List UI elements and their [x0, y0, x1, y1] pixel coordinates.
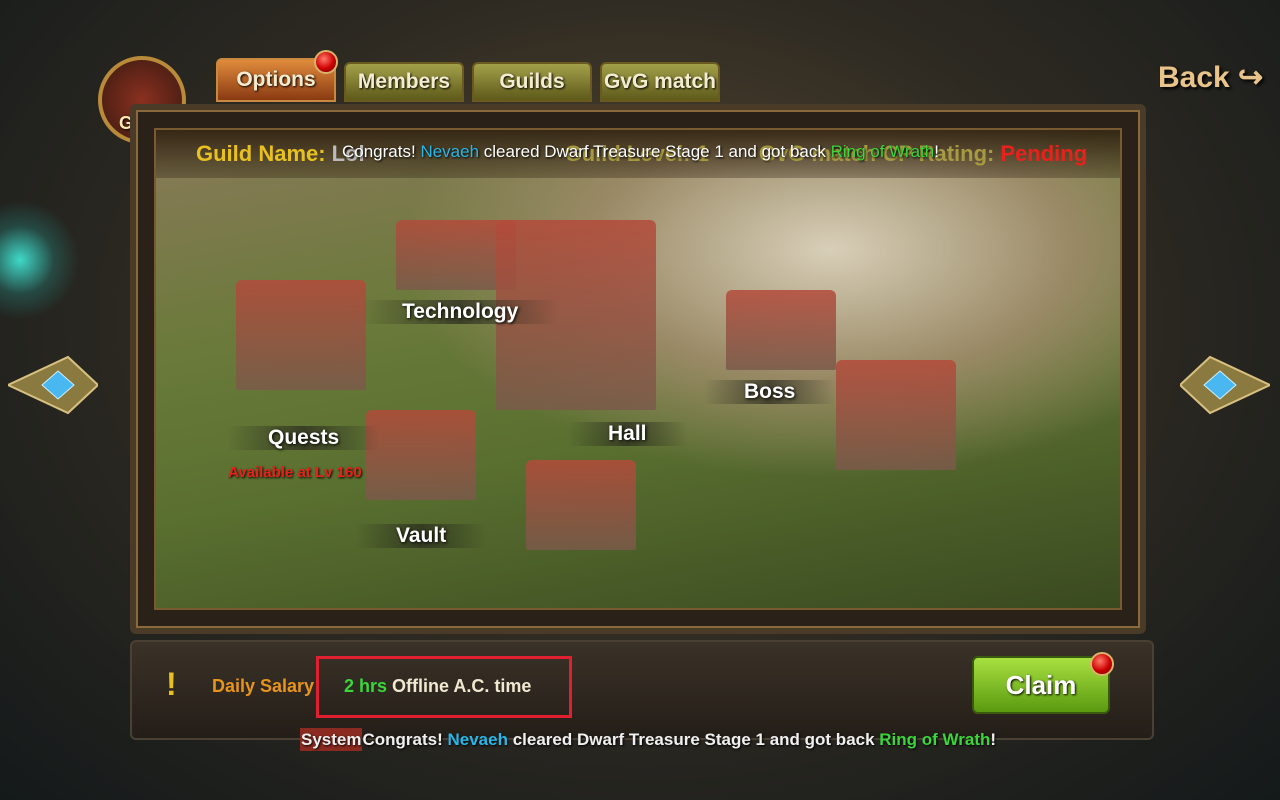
tab-guilds[interactable]: Guilds	[472, 62, 592, 102]
quests-building[interactable]	[236, 280, 366, 390]
back-arrow-icon: ↪	[1229, 61, 1264, 94]
system-player: Nevaeh	[447, 730, 508, 749]
ticker-text: Congrats!	[342, 142, 421, 161]
system-text: !	[990, 730, 997, 749]
guild-map: Guild Name: Lol Guild Level: 1 GvG match…	[154, 128, 1122, 610]
tab-gvg-match[interactable]: GvG match	[600, 62, 720, 102]
vault-label[interactable]: Vault	[356, 524, 487, 548]
daily-salary-label: Daily Salary	[212, 676, 315, 696]
tab-label: GvG match	[603, 70, 717, 93]
background-glow	[0, 200, 80, 320]
tab-label: Options	[236, 68, 316, 91]
system-item: Ring of Wrath	[879, 730, 991, 749]
notification-badge	[314, 50, 338, 74]
back-button[interactable]: Back ↪	[1158, 60, 1263, 95]
guild-name-label: Guild Name:	[196, 141, 326, 166]
technology-label[interactable]: Technology	[362, 300, 559, 324]
hall-label[interactable]: Hall	[568, 422, 687, 446]
system-text: cleared Dwarf Treasure Stage 1 and got b…	[507, 730, 880, 749]
tab-members[interactable]: Members	[344, 62, 464, 102]
boss-building[interactable]	[726, 290, 836, 370]
salary-desc: Offline A.C. time	[387, 676, 532, 696]
system-tag: System	[300, 728, 363, 751]
vault-building[interactable]	[366, 410, 476, 500]
ticker-text: cleared Dwarf Treasure Stage 1 and got b…	[479, 142, 831, 161]
quests-unlock-note: Available at Lv 160	[228, 464, 362, 481]
system-text: Congrats!	[362, 730, 448, 749]
system-message: SystemCongrats! Nevaeh cleared Dwarf Tre…	[300, 728, 997, 751]
rating-value: Pending	[1000, 141, 1088, 166]
salary-hours: 2 hrs	[344, 676, 388, 696]
dome-building	[526, 460, 636, 550]
exclamation-icon: !	[166, 666, 177, 702]
previous-arrow-icon[interactable]	[8, 355, 98, 415]
ticker-item: Ring of Wrath	[830, 142, 935, 161]
ticker-text: !	[934, 142, 939, 161]
notification-badge	[1090, 652, 1114, 676]
salary-reward: 2 hrs Offline A.C. time	[344, 676, 531, 697]
daily-salary-panel: ! Daily Salary 2 hrs Offline A.C. time C…	[130, 640, 1154, 740]
castle-building	[836, 360, 956, 470]
announcement-ticker: Congrats! Nevaeh cleared Dwarf Treasure …	[342, 142, 939, 162]
ticker-player: Nevaeh	[420, 142, 480, 161]
quests-label[interactable]: Quests	[228, 426, 380, 450]
next-arrow-icon[interactable]	[1180, 355, 1270, 415]
back-label: Back	[1158, 61, 1230, 94]
tab-label: Guilds	[499, 70, 565, 93]
guild-map-frame: Guild Name: Lol Guild Level: 1 GvG match…	[130, 104, 1146, 634]
claim-label: Claim	[1005, 669, 1077, 700]
boss-label[interactable]: Boss	[704, 380, 836, 404]
tab-label: Members	[357, 70, 451, 93]
